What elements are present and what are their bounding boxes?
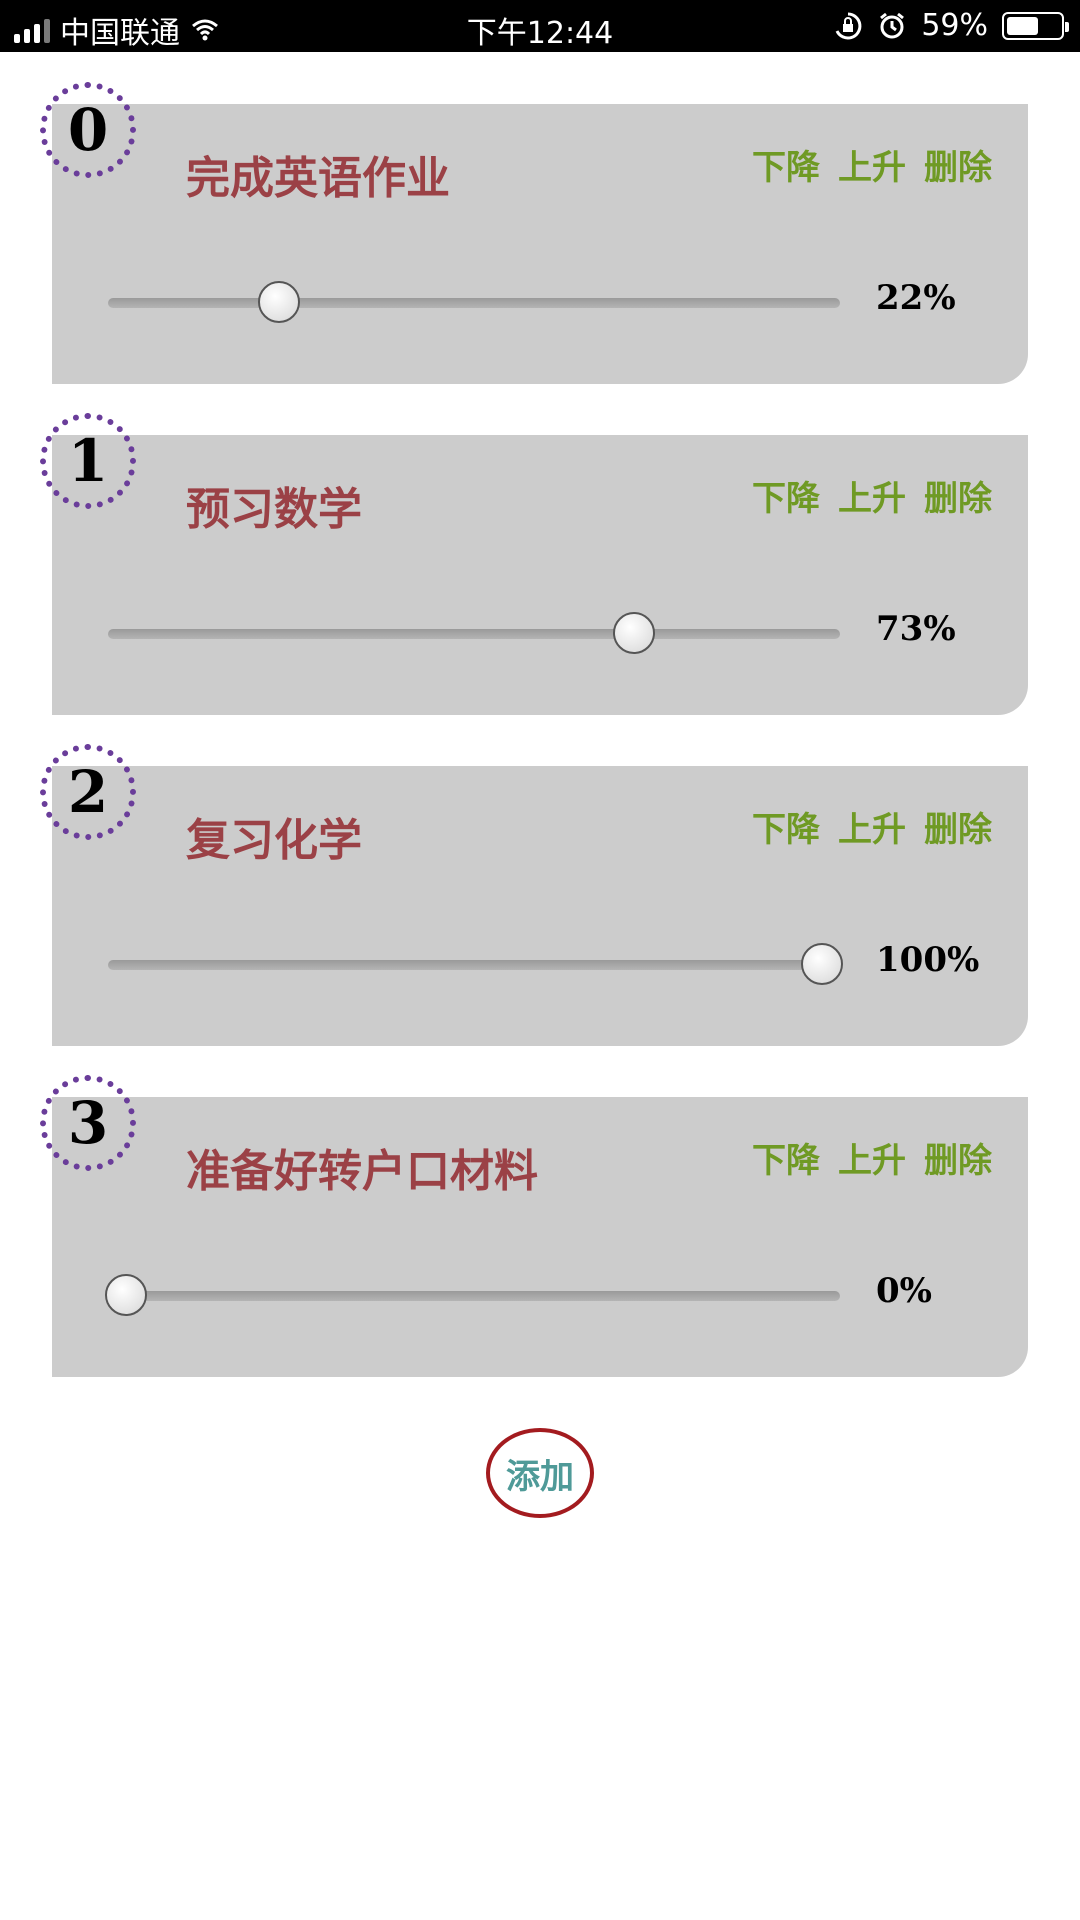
battery-icon — [1002, 11, 1069, 40]
task-actions: 下降 上升 删除 — [752, 140, 992, 189]
task-card-3: 3 准备好转户口材料 下降 上升 删除 0% — [40, 1075, 1028, 1377]
move-up-button[interactable]: 上升 — [838, 471, 906, 520]
task-card-0: 0 完成英语作业 下降 上升 删除 22% — [40, 82, 1028, 384]
move-down-button[interactable]: 下降 — [752, 1133, 820, 1182]
move-down-button[interactable]: 下降 — [752, 140, 820, 189]
orientation-lock-icon — [835, 12, 862, 39]
move-up-button[interactable]: 上升 — [838, 802, 906, 851]
move-down-button[interactable]: 下降 — [752, 802, 820, 851]
move-down-button[interactable]: 下降 — [752, 471, 820, 520]
task-card-2: 2 复习化学 下降 上升 删除 100% — [40, 744, 1028, 1046]
task-actions: 下降 上升 删除 — [752, 1133, 992, 1182]
progress-slider[interactable] — [108, 612, 840, 654]
task-actions: 下降 上升 删除 — [752, 802, 992, 851]
task-title: 预习数学 — [186, 484, 362, 535]
delete-button[interactable]: 删除 — [924, 471, 992, 520]
progress-percent: 73% — [876, 609, 956, 649]
slider-thumb[interactable] — [613, 612, 656, 654]
task-index-badge: 3 — [40, 1075, 136, 1171]
progress-percent: 22% — [876, 278, 956, 318]
task-index-badge: 2 — [40, 744, 136, 840]
move-up-button[interactable]: 上升 — [838, 1133, 906, 1182]
add-button[interactable]: 添加 — [486, 1428, 594, 1518]
status-right: 59% — [833, 8, 1069, 43]
task-title: 准备好转户口材料 — [186, 1146, 538, 1197]
slider-thumb[interactable] — [801, 943, 843, 985]
task-index-badge: 0 — [40, 82, 136, 178]
status-bar: 中国联通 下午12:44 59% — [0, 0, 1080, 52]
move-up-button[interactable]: 上升 — [838, 140, 906, 189]
slider-thumb[interactable] — [258, 281, 301, 323]
task-title: 完成英语作业 — [186, 153, 450, 204]
progress-percent: 0% — [876, 1271, 932, 1311]
progress-slider[interactable] — [108, 281, 840, 323]
task-title: 复习化学 — [186, 815, 362, 866]
battery-fill — [1007, 16, 1038, 35]
progress-percent: 100% — [876, 940, 980, 980]
task-index-badge: 1 — [40, 413, 136, 509]
delete-button[interactable]: 删除 — [924, 1133, 992, 1182]
delete-button[interactable]: 删除 — [924, 140, 992, 189]
task-actions: 下降 上升 删除 — [752, 471, 992, 520]
task-card-1: 1 预习数学 下降 上升 删除 73% — [40, 413, 1028, 715]
slider-thumb[interactable] — [105, 1274, 147, 1316]
delete-button[interactable]: 删除 — [924, 802, 992, 851]
progress-slider[interactable] — [108, 943, 843, 985]
alarm-icon — [880, 12, 905, 38]
battery-percent: 59% — [921, 8, 988, 43]
progress-slider[interactable] — [105, 1274, 840, 1316]
